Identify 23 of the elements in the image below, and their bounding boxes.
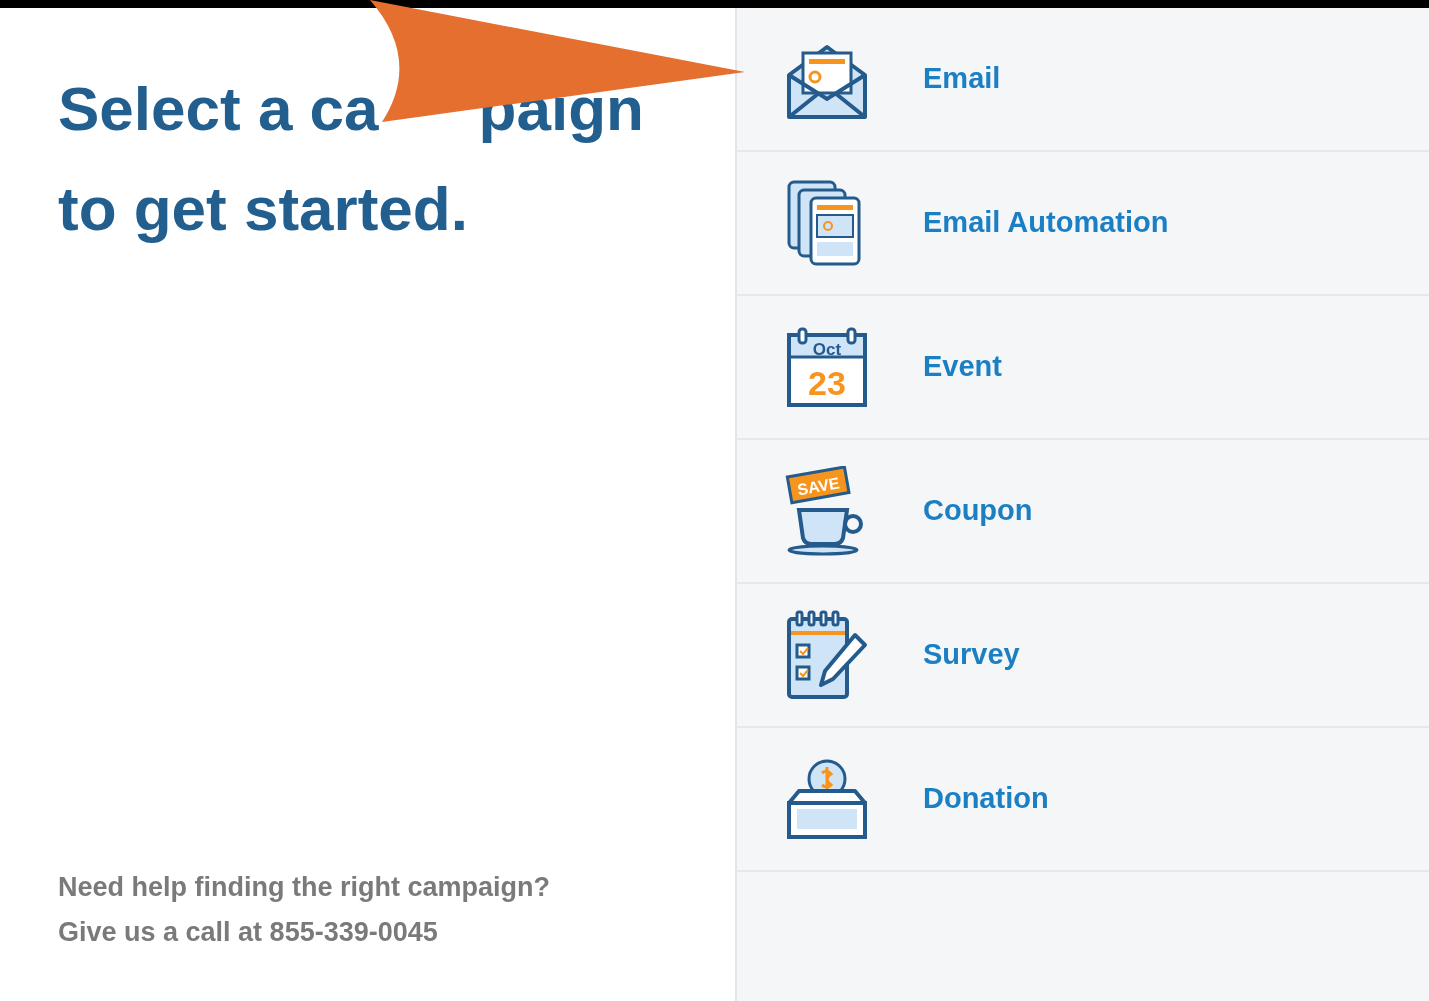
tag-text: SAVE bbox=[796, 474, 841, 499]
heading-text: Select a ca bbox=[58, 78, 379, 140]
campaign-label: Event bbox=[923, 349, 1002, 385]
campaign-option[interactable]: Oct 23 Event bbox=[737, 296, 1429, 440]
calendar-icon bbox=[787, 327, 867, 407]
month-text: Oct bbox=[812, 340, 842, 359]
day-text: 23 bbox=[808, 364, 846, 402]
campaign-option[interactable]: Email Automation bbox=[737, 152, 1429, 296]
campaign-label: Email bbox=[923, 61, 1001, 97]
donation-box-icon bbox=[785, 757, 869, 841]
campaign-label: Donation bbox=[923, 781, 1049, 817]
checklist-pencil-icon bbox=[785, 609, 869, 701]
campaign-option[interactable]: Email bbox=[737, 8, 1429, 152]
help-text: Give us a call at 855-339-0045 bbox=[58, 919, 439, 946]
campaign-option[interactable]: SAVE Coupon bbox=[737, 440, 1429, 584]
tag-icon bbox=[785, 466, 851, 505]
help-text: Need help finding the right campaign? bbox=[58, 874, 551, 901]
campaign-label: Email Automation bbox=[923, 205, 1169, 241]
campaign-label: Coupon bbox=[923, 493, 1033, 529]
campaign-option[interactable]: Donation bbox=[737, 728, 1429, 872]
coffee-cup-icon bbox=[787, 508, 863, 556]
campaign-option[interactable]: Survey bbox=[737, 584, 1429, 728]
campaign-label: Survey bbox=[923, 637, 1020, 673]
